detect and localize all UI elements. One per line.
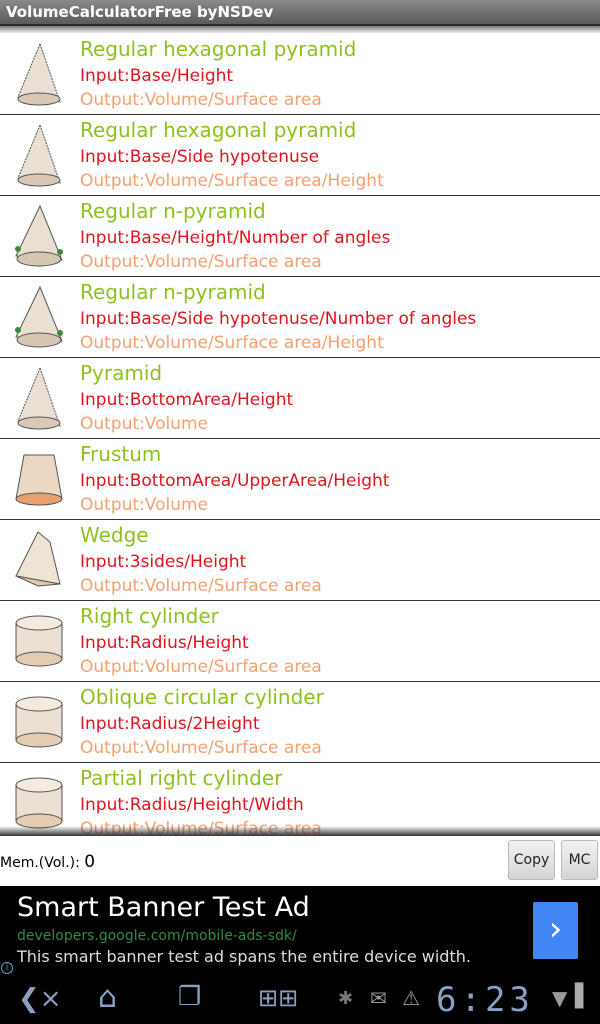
n-pyramid-icon (15, 204, 63, 267)
cylinder-icon (15, 696, 63, 748)
list-item[interactable]: Regular hexagonal pyramid Input:Base/Hei… (0, 34, 600, 115)
item-title: Partial right cylinder (80, 766, 283, 790)
list-item[interactable]: Right cylinder Input:Radius/Height Outpu… (0, 601, 600, 682)
item-title: Oblique circular cylinder (80, 685, 324, 709)
memory-label: Mem.(Vol.): 0 (0, 852, 96, 872)
cylinder-icon (15, 615, 63, 667)
shape-list[interactable]: Regular hexagonal pyramid Input:Base/Hei… (0, 26, 600, 836)
item-output: Output:Volume/Surface area (80, 90, 322, 110)
ad-headline[interactable]: Smart Banner Test Ad (17, 892, 310, 923)
battery-icon: ▌ (575, 984, 592, 1009)
item-input: Input:Base/Height (80, 66, 234, 86)
mc-button[interactable]: MC (561, 840, 598, 880)
list-item[interactable]: Pyramid Input:BottomArea/Height Output:V… (0, 358, 600, 439)
item-output: Output:Volume/Surface area (80, 252, 322, 272)
clock: 6:23 (436, 980, 534, 1020)
item-input: Input:Radius/Height/Width (80, 795, 304, 815)
item-input: Input:Radius/Height (80, 633, 249, 653)
item-title: Wedge (80, 523, 149, 547)
item-input: Input:3sides/Height (80, 552, 247, 572)
list-item[interactable]: Regular n-pyramid Input:Base/Side hypote… (0, 277, 600, 358)
item-input: Input:Base/Side hypotenuse (80, 147, 320, 167)
ad-description: This smart banner test ad spans the enti… (17, 947, 471, 966)
chevron-right-icon: › (548, 909, 563, 949)
frustum-icon (15, 454, 63, 506)
item-output: Output:Volume (80, 495, 209, 515)
item-output: Output:Volume (80, 414, 209, 434)
item-title: Right cylinder (80, 604, 219, 628)
item-input: Input:Radius/2Height (80, 714, 260, 734)
memory-value: 0 (84, 852, 96, 872)
item-title: Regular n-pyramid (80, 280, 266, 304)
home-icon[interactable]: ⌂ (98, 980, 117, 1015)
item-input: Input:BottomArea/Height (80, 390, 294, 410)
item-input: Input:Base/Side hypotenuse/Number of ang… (80, 309, 477, 329)
ad-info-icon[interactable]: i (1, 962, 13, 974)
list-item[interactable]: Regular hexagonal pyramid Input:Base/Sid… (0, 115, 600, 196)
item-output: Output:Volume/Surface area (80, 738, 322, 758)
list-item[interactable]: Wedge Input:3sides/Height Output:Volume/… (0, 520, 600, 601)
item-title: Regular hexagonal pyramid (80, 118, 357, 142)
system-nav-bar: ❮⨯ ⌂ ❐ ⊞⊞ ✱ ✉ ⚠ 6:23 ▼ ▌ (0, 976, 600, 1024)
item-input: Input:BottomArea/UpperArea/Height (80, 471, 390, 491)
list-item[interactable]: Frustum Input:BottomArea/UpperArea/Heigh… (0, 439, 600, 520)
pyramid-icon (17, 123, 61, 187)
wedge-icon (15, 531, 61, 587)
item-output: Output:Volume/Surface area/Height (80, 333, 384, 353)
list-item[interactable]: Regular n-pyramid Input:Base/Height/Numb… (0, 196, 600, 277)
menu-grid-icon[interactable]: ⊞⊞ (258, 984, 298, 1012)
warning-icon: ⚠ (402, 986, 420, 1010)
item-output: Output:Volume/Surface area (80, 576, 322, 596)
signal-icon: ▼ (552, 986, 568, 1010)
item-title: Pyramid (80, 361, 163, 385)
item-input: Input:Base/Height/Number of angles (80, 228, 391, 248)
copy-button[interactable]: Copy (508, 840, 555, 880)
memory-bar: Mem.(Vol.): 0 Copy MC (0, 836, 600, 886)
list-item[interactable]: Oblique circular cylinder Input:Radius/2… (0, 682, 600, 763)
app-title: VolumeCalculatorFree byNSDev (6, 3, 274, 21)
app-title-bar: VolumeCalculatorFree byNSDev (0, 0, 600, 26)
ad-url[interactable]: developers.google.com/mobile-ads-sdk/ (17, 928, 297, 944)
item-title: Regular hexagonal pyramid (80, 37, 357, 61)
item-output: Output:Volume/Surface area/Height (80, 171, 384, 191)
mail-icon: ✉ (370, 986, 387, 1010)
pyramid-icon (17, 42, 61, 106)
item-output: Output:Volume/Surface area (80, 657, 322, 677)
ad-banner[interactable]: Smart Banner Test Ad developers.google.c… (0, 886, 600, 976)
n-pyramid-icon (15, 285, 63, 348)
back-icon[interactable]: ❮⨯ (18, 984, 62, 1014)
debug-bug-icon: ✱ (338, 988, 354, 1009)
ad-open-button[interactable]: › (533, 902, 578, 959)
pyramid-icon (17, 366, 61, 430)
item-title: Frustum (80, 442, 162, 466)
recent-apps-icon[interactable]: ❐ (178, 982, 201, 1012)
item-title: Regular n-pyramid (80, 199, 266, 223)
